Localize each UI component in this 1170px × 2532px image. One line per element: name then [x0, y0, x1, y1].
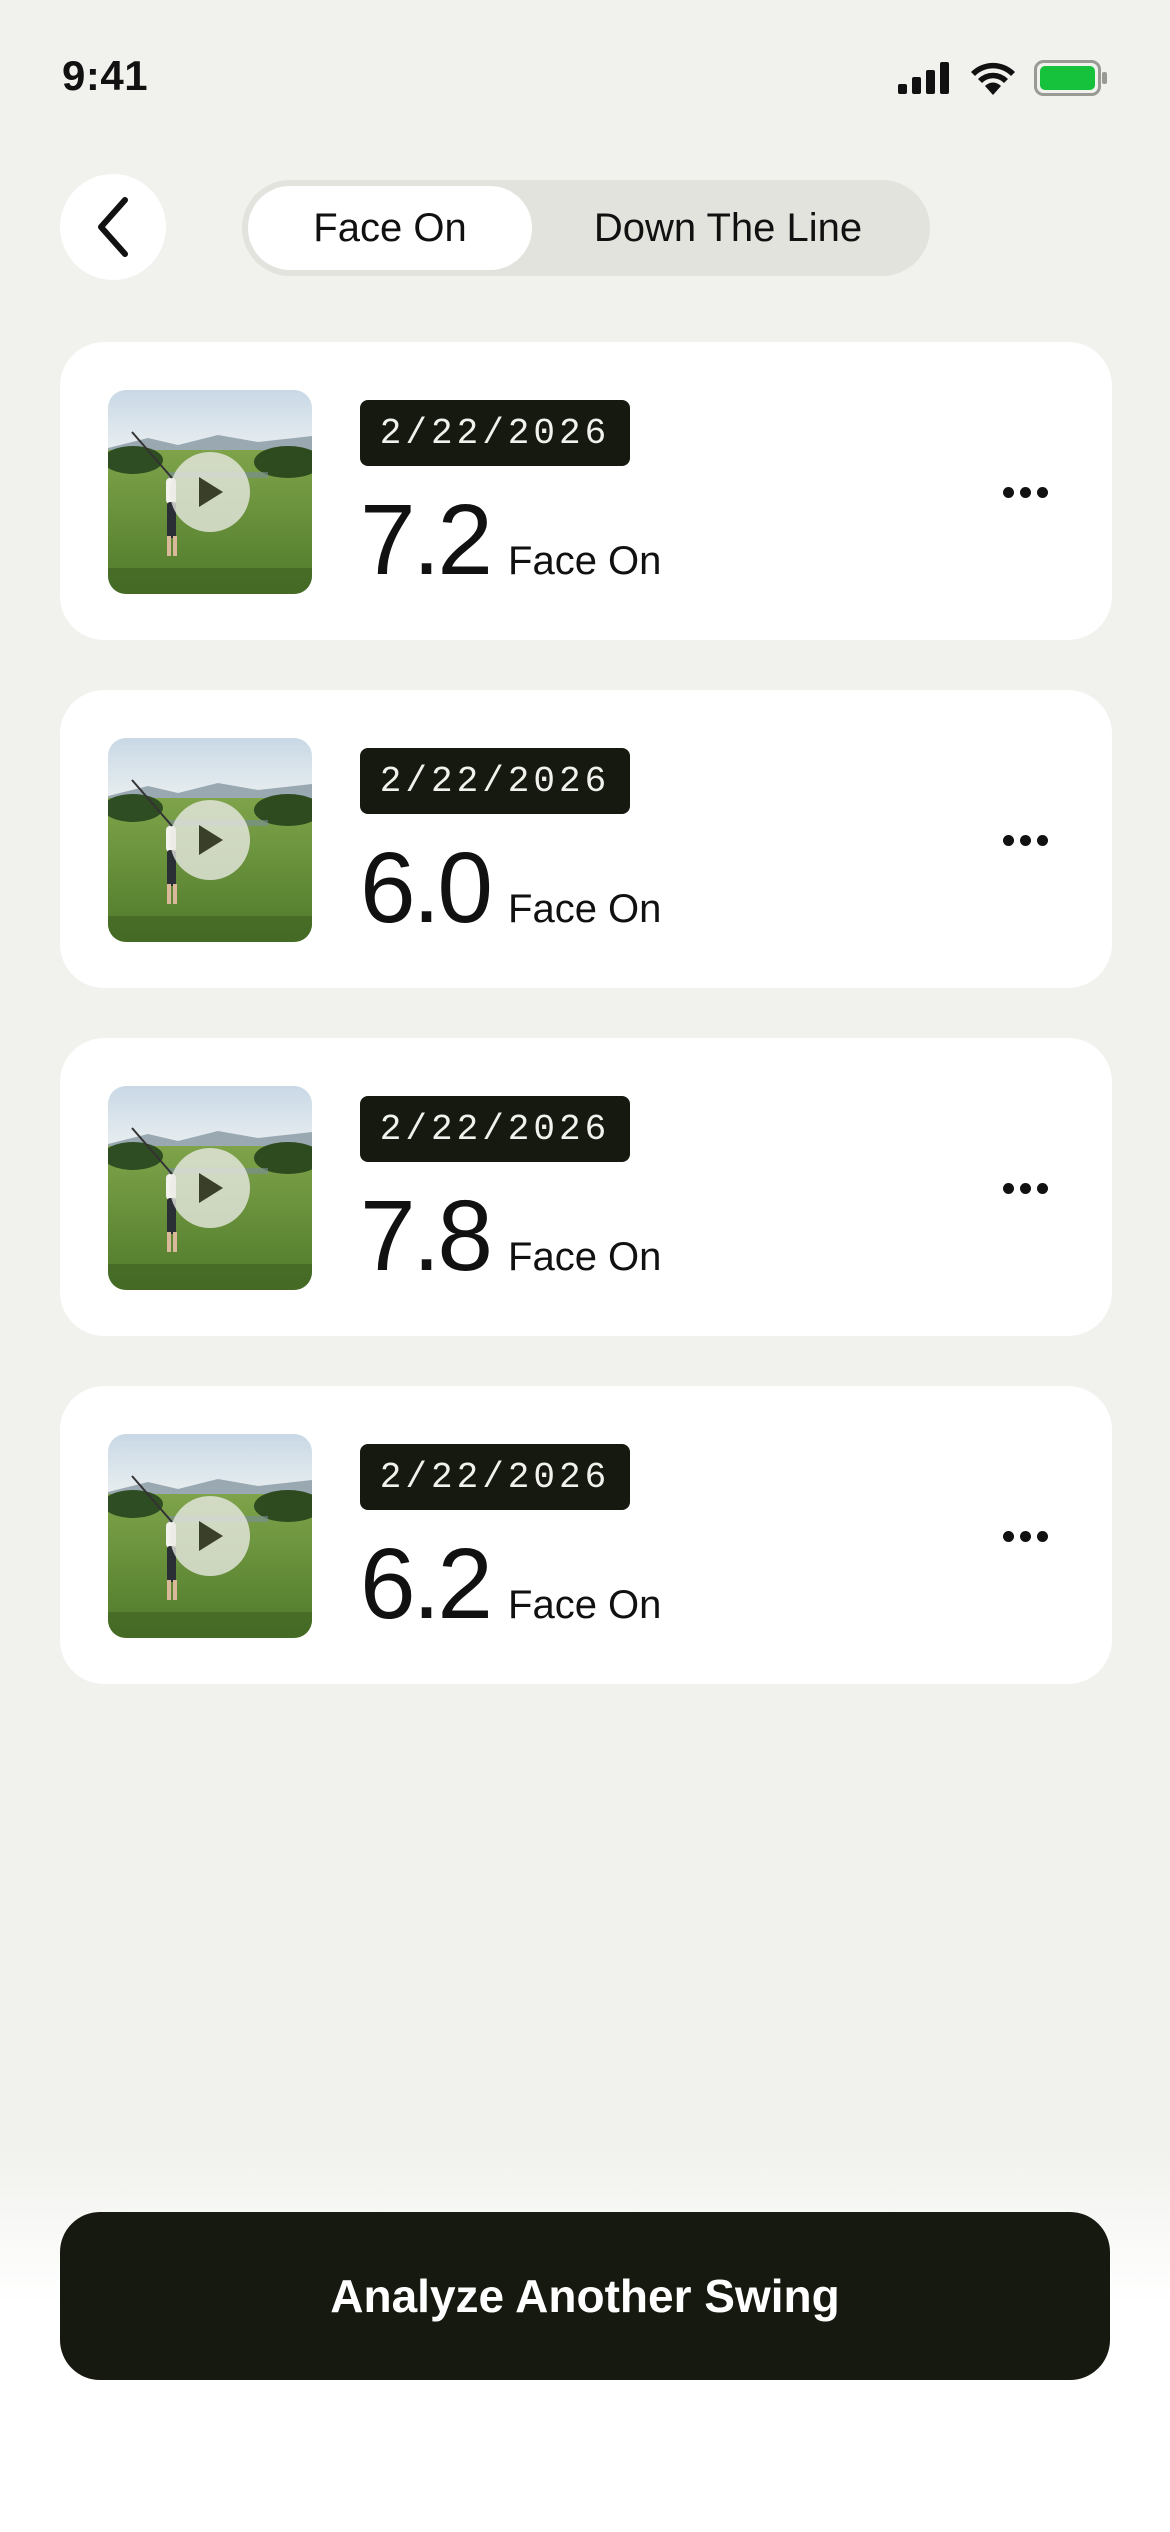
swing-card[interactable]: 2/22/2026 6.2 Face On [60, 1386, 1112, 1684]
play-button[interactable] [170, 452, 250, 532]
date-badge: 2/22/2026 [360, 1444, 630, 1510]
score-row: 6.2 Face On [360, 1534, 661, 1634]
swing-view-label: Face On [508, 887, 662, 931]
wifi-icon [971, 62, 1015, 95]
swing-view-label: Face On [508, 1235, 662, 1279]
status-icons [898, 60, 1108, 96]
more-options-button[interactable] [990, 1516, 1060, 1556]
more-dots-icon [1002, 834, 1048, 846]
swing-score: 6.2 [360, 1528, 493, 1640]
swing-card[interactable]: 2/22/2026 7.2 Face On [60, 342, 1112, 640]
swing-score: 7.8 [360, 1180, 493, 1292]
battery-icon [1034, 60, 1107, 96]
play-button[interactable] [170, 800, 250, 880]
score-row: 6.0 Face On [360, 838, 661, 938]
date-badge: 2/22/2026 [360, 400, 630, 466]
score-row: 7.2 Face On [360, 490, 661, 590]
swing-video-thumbnail[interactable] [108, 738, 312, 942]
score-row: 7.8 Face On [360, 1186, 661, 1286]
chevron-left-icon [98, 197, 128, 257]
swing-score: 6.0 [360, 832, 493, 944]
play-icon [199, 477, 223, 507]
play-button[interactable] [170, 1496, 250, 1576]
more-options-button[interactable] [990, 820, 1060, 860]
cellular-signal-icon [898, 62, 949, 94]
date-badge: 2/22/2026 [360, 1096, 630, 1162]
status-time: 9:41 [62, 52, 149, 99]
date-badge: 2/22/2026 [360, 748, 630, 814]
swing-video-thumbnail[interactable] [108, 1434, 312, 1638]
more-dots-icon [1002, 486, 1048, 498]
tab-face-on[interactable]: Face On [248, 186, 532, 270]
swing-view-label: Face On [508, 539, 662, 583]
more-dots-icon [1002, 1182, 1048, 1194]
swing-score: 7.2 [360, 484, 493, 596]
swing-video-thumbnail[interactable] [108, 1086, 312, 1290]
swing-list: 2/22/2026 7.2 Face On 2/22/2026 6.0 Face… [60, 342, 1112, 1734]
more-dots-icon [1002, 1530, 1048, 1542]
swing-card[interactable]: 2/22/2026 6.0 Face On [60, 690, 1112, 988]
more-options-button[interactable] [990, 472, 1060, 512]
swing-video-thumbnail[interactable] [108, 390, 312, 594]
play-icon [199, 1521, 223, 1551]
swing-card[interactable]: 2/22/2026 7.8 Face On [60, 1038, 1112, 1336]
analyze-another-swing-button[interactable]: Analyze Another Swing [60, 2212, 1110, 2380]
swing-view-label: Face On [508, 1583, 662, 1627]
view-segmented-control: Face On Down The Line [242, 180, 930, 276]
play-button[interactable] [170, 1148, 250, 1228]
tab-down-the-line[interactable]: Down The Line [532, 186, 924, 270]
play-icon [199, 825, 223, 855]
back-button[interactable] [60, 174, 166, 280]
more-options-button[interactable] [990, 1168, 1060, 1208]
play-icon [199, 1173, 223, 1203]
